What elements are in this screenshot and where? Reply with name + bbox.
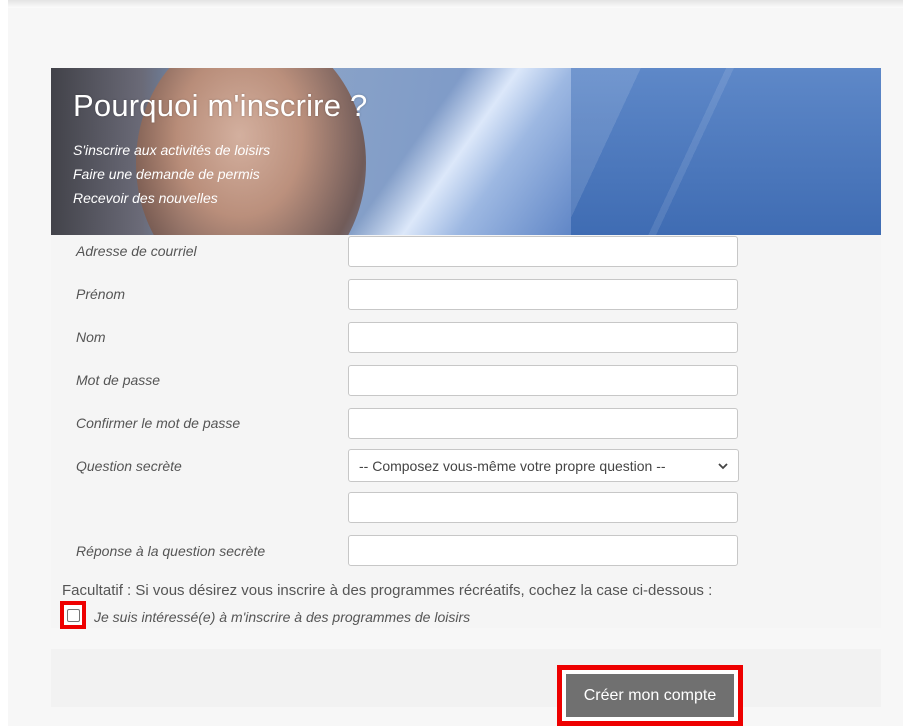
optional-note: Facultatif : Si vous désirez vous inscri… — [62, 582, 713, 599]
last-name-label: Nom — [76, 329, 106, 345]
form-footer — [51, 649, 881, 707]
secret-question-selected: -- Composez vous-même votre propre quest… — [359, 457, 666, 474]
banner-title: Pourquoi m'inscrire ? — [73, 88, 368, 123]
email-label: Adresse de courriel — [76, 243, 197, 259]
secret-question-label: Question secrète — [76, 458, 182, 474]
password-field[interactable] — [348, 365, 738, 396]
banner-benefit-item: Faire une demande de permis — [73, 166, 260, 182]
banner-benefits-list: S'inscrire aux activités de loisirs Fair… — [73, 138, 270, 210]
confirm-password-label: Confirmer le mot de passe — [76, 415, 241, 431]
checkbox-highlight — [60, 601, 86, 629]
last-name-field[interactable] — [348, 322, 738, 353]
first-name-label: Prénom — [76, 286, 126, 302]
secret-answer-label: Réponse à la question secrète — [76, 543, 266, 559]
email-field[interactable] — [348, 236, 738, 267]
submit-highlight: Créer mon compte — [557, 665, 743, 726]
secret-question-select[interactable]: -- Composez vous-même votre propre quest… — [348, 449, 739, 482]
banner-page-curl — [341, 68, 581, 235]
password-label: Mot de passe — [76, 372, 161, 388]
first-name-field[interactable] — [348, 279, 738, 310]
confirm-password-field[interactable] — [348, 408, 738, 439]
custom-question-field[interactable] — [348, 492, 738, 523]
interest-checkbox-label[interactable]: Je suis intéressé(e) à m'inscrire à des … — [94, 609, 470, 625]
interest-checkbox[interactable] — [66, 608, 80, 622]
chevron-down-icon — [718, 462, 728, 469]
create-account-button[interactable]: Créer mon compte — [566, 674, 734, 717]
banner-benefit-item: Recevoir des nouvelles — [73, 190, 218, 206]
banner-benefit-item: S'inscrire aux activités de loisirs — [73, 142, 271, 158]
secret-answer-field[interactable] — [348, 535, 738, 566]
banner-glass-background — [571, 68, 881, 235]
banner: Pourquoi m'inscrire ? S'inscrire aux act… — [51, 68, 881, 235]
